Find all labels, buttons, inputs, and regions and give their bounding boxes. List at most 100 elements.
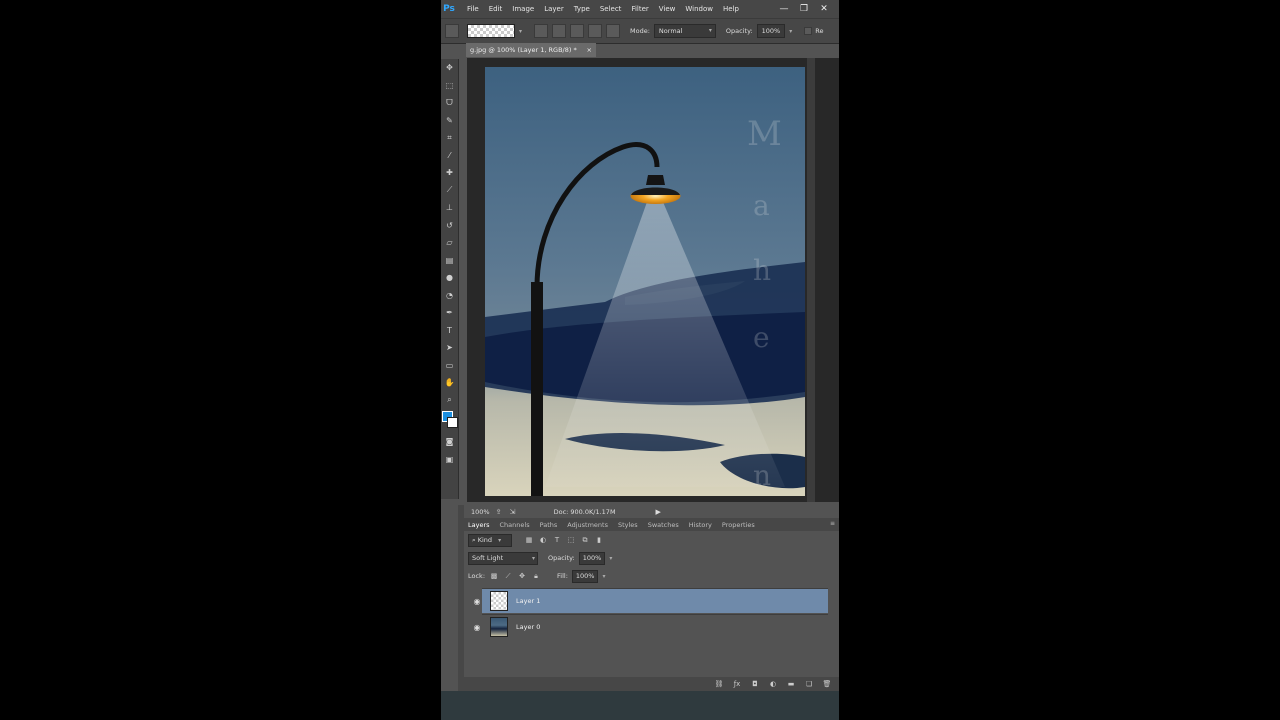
pen-tool-icon[interactable]: ✒ [441, 304, 458, 322]
menu-layer[interactable]: Layer [544, 5, 564, 13]
gradient-tool-preset-icon[interactable] [445, 24, 459, 38]
diamond-gradient-icon[interactable] [606, 24, 621, 38]
filter-pixel-icon[interactable]: ▦ [524, 535, 534, 545]
healing-brush-tool-icon[interactable]: ✚ [441, 164, 458, 182]
document-canvas[interactable]: M a h e n [485, 67, 805, 496]
filter-adjustment-icon[interactable]: ◐ [538, 535, 548, 545]
menu-help[interactable]: Help [723, 5, 739, 13]
quick-mask-icon[interactable]: ◙ [441, 433, 458, 451]
mode-select[interactable]: Normal ▾ [653, 24, 716, 38]
hand-tool-icon[interactable]: ✋ [441, 374, 458, 392]
menu-type[interactable]: Type [574, 5, 590, 13]
minimize-button[interactable]: — [777, 3, 791, 15]
blend-row: Soft Light ▾ Opacity: 100% ▾ [464, 550, 839, 566]
menu-file[interactable]: File [467, 5, 479, 13]
new-group-icon[interactable]: ▬ [785, 678, 797, 690]
tab-swatches[interactable]: Swatches [648, 521, 679, 529]
marquee-tool-icon[interactable]: ⬚ [441, 77, 458, 95]
opacity-field[interactable]: 100% [756, 24, 786, 38]
angle-gradient-icon[interactable] [570, 24, 585, 38]
zoom-tool-icon[interactable]: ⌕ [441, 392, 458, 410]
lasso-tool-icon[interactable]: ᗜ [441, 94, 458, 112]
layer-style-icon[interactable]: ƒx [731, 678, 743, 690]
filter-smart-object-icon[interactable]: ⧉ [580, 535, 590, 545]
eyedropper-tool-icon[interactable]: ⁄ [441, 147, 458, 165]
reflected-gradient-icon[interactable] [588, 24, 603, 38]
eye-icon[interactable]: ◉ [470, 597, 484, 606]
layer-row-layer-0[interactable]: ◉ Layer 0 [474, 614, 828, 639]
crop-tool-icon[interactable]: ⌗ [441, 129, 458, 147]
chevron-down-icon[interactable]: ▾ [789, 28, 792, 35]
menu-edit[interactable]: Edit [489, 5, 503, 13]
tab-layers[interactable]: Layers [468, 521, 490, 529]
add-mask-icon[interactable]: ◘ [749, 678, 761, 690]
radial-gradient-icon[interactable] [552, 24, 567, 38]
filter-shape-icon[interactable]: ⬚ [566, 535, 576, 545]
link-layers-icon[interactable]: ⛓ [713, 678, 725, 690]
menu-view[interactable]: View [659, 5, 676, 13]
blur-tool-icon[interactable]: ● [441, 269, 458, 287]
eye-icon[interactable]: ◉ [470, 623, 484, 632]
chevron-down-icon[interactable]: ▾ [602, 573, 605, 580]
lock-transparent-icon[interactable]: ▩ [489, 571, 499, 581]
background-color[interactable] [447, 417, 458, 428]
share-icon[interactable]: ⇪ [494, 507, 504, 517]
reverse-label: Re [815, 27, 824, 35]
canvas-area[interactable]: M a h e n [467, 58, 839, 502]
close-button[interactable]: ✕ [817, 3, 831, 15]
menu-filter[interactable]: Filter [631, 5, 648, 13]
tab-history[interactable]: History [689, 521, 712, 529]
layer-name[interactable]: Layer 1 [516, 597, 540, 605]
rectangle-tool-icon[interactable]: ▭ [441, 357, 458, 375]
menu-select[interactable]: Select [600, 5, 622, 13]
blend-mode-select[interactable]: Soft Light ▾ [468, 551, 538, 565]
lock-position-icon[interactable]: ✥ [517, 571, 527, 581]
restore-button[interactable]: ❐ [797, 3, 811, 15]
chevron-down-icon[interactable]: ▾ [519, 28, 522, 35]
chevron-down-icon[interactable]: ▾ [609, 555, 612, 562]
type-tool-icon[interactable]: T [441, 322, 458, 340]
document-tab-title: g.jpg @ 100% (Layer 1, RGB/8) * [470, 46, 577, 54]
reverse-checkbox[interactable] [804, 27, 813, 35]
filter-kind-select[interactable]: ⌕ Kind ▾ [468, 533, 512, 547]
history-brush-tool-icon[interactable]: ↺ [441, 217, 458, 235]
tab-styles[interactable]: Styles [618, 521, 638, 529]
filter-type-icon[interactable]: T [552, 535, 562, 545]
gradient-tool-icon[interactable]: ▤ [441, 252, 458, 270]
close-icon[interactable]: × [587, 43, 592, 57]
layer-name[interactable]: Layer 0 [516, 623, 540, 631]
quick-select-tool-icon[interactable]: ✎ [441, 112, 458, 130]
canvas-scrollbar[interactable] [807, 58, 815, 502]
export-icon[interactable]: ⇲ [508, 507, 518, 517]
document-tab[interactable]: g.jpg @ 100% (Layer 1, RGB/8) * × [466, 43, 596, 57]
play-arrow-icon[interactable]: ▶ [656, 508, 661, 516]
fill-field[interactable]: 100% [571, 569, 599, 583]
tab-paths[interactable]: Paths [540, 521, 558, 529]
lock-image-icon[interactable]: ⟋ [503, 571, 513, 581]
adjustment-layer-icon[interactable]: ◐ [767, 678, 779, 690]
tab-channels[interactable]: Channels [500, 521, 530, 529]
menu-image[interactable]: Image [512, 5, 534, 13]
panel-menu-icon[interactable]: ≡ [830, 520, 835, 527]
tab-properties[interactable]: Properties [722, 521, 755, 529]
eraser-tool-icon[interactable]: ▱ [441, 234, 458, 252]
gradient-picker[interactable] [467, 24, 515, 38]
path-select-tool-icon[interactable]: ➤ [441, 339, 458, 357]
brush-tool-icon[interactable]: ⟋ [441, 182, 458, 200]
new-layer-icon[interactable]: ❏ [803, 678, 815, 690]
linear-gradient-icon[interactable] [534, 24, 549, 38]
zoom-level[interactable]: 100% [471, 508, 490, 516]
chevron-down-icon: ▾ [498, 536, 502, 544]
layer-row-layer-1[interactable]: ◉ Layer 1 [474, 588, 828, 613]
clone-stamp-tool-icon[interactable]: ⊥ [441, 199, 458, 217]
move-tool-icon[interactable]: ✥ [441, 59, 458, 77]
dodge-tool-icon[interactable]: ◔ [441, 287, 458, 305]
doc-size-info[interactable]: Doc: 900.0K/1.17M [554, 508, 616, 516]
lock-all-icon[interactable]: 🔒︎ [531, 571, 541, 581]
layer-opacity-field[interactable]: 100% [578, 551, 606, 565]
tab-adjustments[interactable]: Adjustments [567, 521, 608, 529]
screen-mode-icon[interactable]: ▣ [441, 451, 458, 469]
filter-toggle-icon[interactable]: ▮ [594, 535, 604, 545]
menu-window[interactable]: Window [685, 5, 713, 13]
trash-icon[interactable]: 🗑︎ [821, 678, 833, 690]
